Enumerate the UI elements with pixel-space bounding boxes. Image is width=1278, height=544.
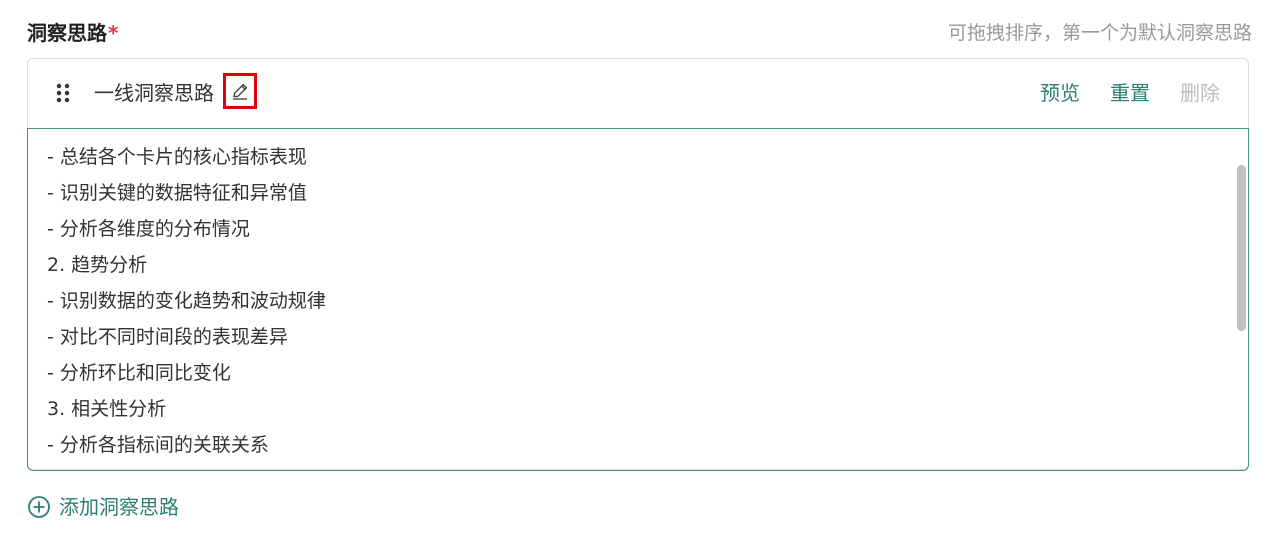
scrollbar-thumb[interactable] (1237, 165, 1246, 331)
content-line: - 识别不同维度的交叉影响 (47, 463, 326, 470)
pencil-icon (233, 83, 248, 100)
insight-card-header: 一线洞察思路 预览 重置 删除 (28, 59, 1248, 129)
content-line: 3. 相关性分析 (47, 398, 167, 420)
required-mark: * (108, 21, 119, 45)
content-line: 2. 趋势分析 (47, 254, 148, 276)
section-title: 洞察思路* (27, 19, 118, 47)
content-line: - 分析各维度的分布情况 (47, 218, 250, 240)
card-actions: 预览 重置 删除 (1040, 79, 1220, 107)
add-insight-label: 添加洞察思路 (59, 495, 179, 519)
vertical-scrollbar[interactable] (1237, 131, 1246, 468)
content-line: - 对比不同时间段的表现差异 (47, 326, 288, 348)
sort-hint: 可拖拽排序，第一个为默认洞察思路 (947, 22, 1252, 44)
section-header: 洞察思路* 可拖拽排序，第一个为默认洞察思路 (27, 16, 1252, 50)
reset-button[interactable]: 重置 (1110, 79, 1150, 107)
insight-card-title: 一线洞察思路 (94, 81, 214, 105)
insight-content-lines: - 总结各个卡片的核心指标表现 - 识别关键的数据特征和异常值 - 分析各维度的… (47, 139, 326, 470)
insight-card: 一线洞察思路 预览 重置 删除 - 总结各个卡片的核心指标表现 - 识别关键的数… (27, 58, 1249, 471)
content-line: - 分析环比和同比变化 (47, 362, 231, 384)
add-insight-button[interactable]: 添加洞察思路 (27, 492, 179, 522)
content-line: - 识别关键的数据特征和异常值 (47, 182, 307, 204)
content-line: - 分析各指标间的关联关系 (47, 434, 269, 456)
plus-circle-icon (28, 496, 50, 518)
insight-content-textarea[interactable]: - 总结各个卡片的核心指标表现 - 识别关键的数据特征和异常值 - 分析各维度的… (27, 128, 1249, 471)
section-title-text: 洞察思路 (27, 21, 107, 45)
edit-title-button[interactable] (223, 73, 257, 109)
drag-handle-icon[interactable] (56, 83, 70, 103)
content-line: - 总结各个卡片的核心指标表现 (47, 146, 307, 168)
content-line: - 识别数据的变化趋势和波动规律 (47, 290, 326, 312)
preview-button[interactable]: 预览 (1040, 79, 1080, 107)
delete-button[interactable]: 删除 (1180, 79, 1220, 107)
